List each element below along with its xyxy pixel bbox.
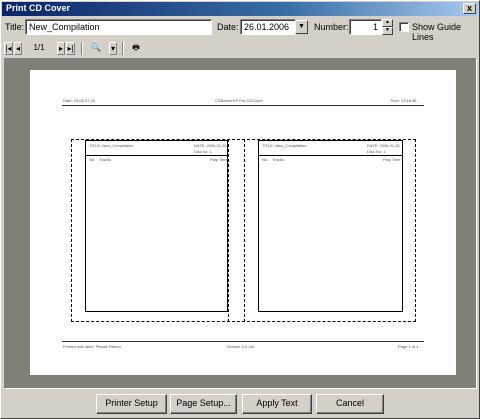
zoom-icon[interactable]: 🔍 — [90, 42, 102, 55]
close-button[interactable]: x — [463, 3, 476, 14]
number-label: Number: — [314, 22, 349, 32]
show-guide-lines-checkbox[interactable] — [399, 22, 409, 32]
date-input[interactable]: 26.01.2006 — [240, 19, 296, 35]
cancel-button[interactable]: Cancel — [316, 394, 384, 414]
dialog-button-bar: Printer Setup Page Setup... Apply Text C… — [1, 392, 480, 416]
page-header-rule — [62, 105, 424, 106]
page-footer-page-count: Page 1 of 1 — [398, 344, 419, 349]
right-insert-col-no: No. — [262, 157, 269, 162]
show-guide-lines-label: Show Guide Lines — [412, 22, 462, 42]
left-insert-col-no: No. — [89, 157, 96, 162]
preview-page: Date: 29.08.07.26 CDBurnerXP Pro CDCover… — [30, 70, 456, 375]
date-label: Date: — [217, 22, 239, 32]
toolbar-separator — [122, 42, 124, 55]
zoom-dropdown-button[interactable]: ▾ — [109, 42, 117, 55]
title-input[interactable]: New_Compilation — [25, 19, 212, 35]
page-setup-button[interactable]: Page Setup... — [170, 394, 237, 414]
print-cd-cover-dialog: Print CD Cover x Title: New_Compilation … — [0, 0, 480, 419]
left-insert-title: TITLE: New_Compilation — [89, 143, 134, 148]
first-page-button[interactable]: |◂ — [4, 42, 13, 55]
left-insert-col-track: Tracks — [99, 157, 111, 162]
number-spinner[interactable]: ▲ ▼ — [382, 19, 393, 35]
spin-up-button[interactable]: ▲ — [382, 19, 393, 27]
number-input[interactable]: 1 — [349, 19, 382, 35]
page-footer-note: Printed with label, Please Return — [63, 344, 122, 349]
right-cover-insert: TITLE: New_Compilation DATE: 2006.01.26 … — [258, 140, 403, 312]
spin-down-button[interactable]: ▼ — [382, 27, 393, 35]
page-header-title: CDBurnerXP Pro CDCover — [215, 98, 263, 103]
right-insert-title: TITLE: New_Compilation — [262, 143, 307, 148]
page-footer-rule — [62, 341, 424, 342]
fold-guide-left — [228, 139, 229, 322]
print-preview-area[interactable]: Date: 29.08.07.26 CDBurnerXP Pro CDCover… — [4, 58, 477, 389]
fold-guide-right — [244, 139, 245, 322]
preview-toolbar: |◂ ◂ 1/1 ▸ ▸| 🔍 ▾ 🖶 — [3, 41, 479, 57]
page-header-time: Time: 13:16:38 — [390, 98, 417, 103]
cover-options-row: Title: New_Compilation Date: 26.01.2006 … — [1, 17, 480, 42]
print-icon[interactable]: 🖶 — [129, 42, 143, 55]
left-cover-insert: TITLE: New_Compilation DATE: 2006.01.26 … — [85, 140, 228, 312]
title-label: Title: — [5, 22, 25, 32]
printer-setup-button[interactable]: Printer Setup — [96, 394, 167, 414]
left-insert-date: DATE: 2006.01.26 — [194, 143, 227, 148]
date-dropdown-button[interactable]: ▼ — [295, 20, 308, 34]
left-insert-header-rule — [86, 155, 227, 156]
left-insert-disc: Disc no: 1 — [194, 149, 212, 154]
previous-page-button[interactable]: ◂ — [14, 42, 22, 55]
right-insert-date: DATE: 2006.01.26 — [367, 143, 400, 148]
page-footer-version: Version 3.0.116 — [227, 344, 255, 349]
right-insert-col-time: Play Time — [383, 157, 401, 162]
right-insert-disc: Disc No: 1 — [367, 149, 386, 154]
left-insert-col-time: Play Time — [210, 157, 228, 162]
last-page-button[interactable]: ▸| — [66, 42, 75, 55]
page-header-date: Date: 29.08.07.26 — [63, 98, 95, 103]
right-insert-header-rule — [259, 155, 402, 156]
toolbar-separator — [81, 42, 83, 55]
window-title: Print CD Cover — [6, 3, 71, 13]
next-page-button[interactable]: ▸ — [57, 42, 65, 55]
title-bar: Print CD Cover x — [2, 2, 478, 16]
apply-text-button[interactable]: Apply Text — [242, 394, 312, 414]
page-indicator: 1/1 — [33, 43, 45, 52]
right-insert-col-track: Tracks — [272, 157, 284, 162]
